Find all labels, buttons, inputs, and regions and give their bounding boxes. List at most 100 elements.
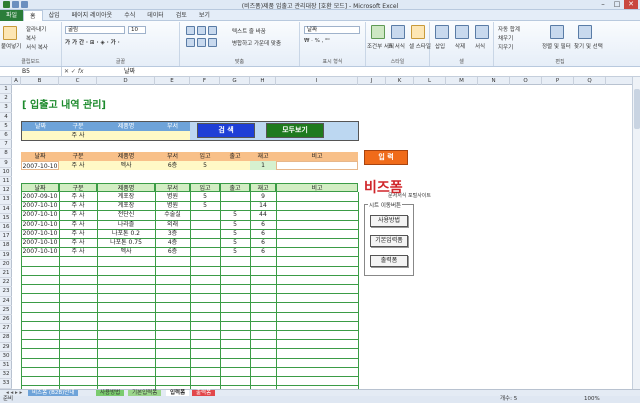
show-all-button[interactable]: 모두보기 bbox=[266, 123, 324, 138]
list-cell[interactable]: 외래 bbox=[155, 220, 190, 229]
number-format-select[interactable]: 날짜 bbox=[304, 26, 360, 34]
list-cell[interactable]: 2007-10-10 bbox=[21, 210, 59, 219]
row-header[interactable]: 21 bbox=[0, 269, 12, 279]
row-header[interactable]: 24 bbox=[0, 297, 12, 306]
col-header[interactable]: H bbox=[250, 77, 276, 85]
search-type-input[interactable]: 주 사 bbox=[59, 131, 97, 140]
list-cell[interactable] bbox=[190, 247, 220, 256]
list-cell[interactable] bbox=[276, 220, 358, 229]
list-cell[interactable] bbox=[190, 238, 220, 247]
list-cell[interactable]: 수술실 bbox=[155, 210, 190, 219]
table-format-button[interactable]: 표 서식 bbox=[388, 42, 405, 50]
list-cell[interactable] bbox=[276, 210, 358, 219]
col-header[interactable]: L bbox=[414, 77, 446, 85]
align-top-icon[interactable] bbox=[186, 26, 195, 35]
col-header[interactable]: D bbox=[97, 77, 155, 85]
list-cell[interactable] bbox=[190, 210, 220, 219]
tab-data[interactable]: 데이터 bbox=[141, 10, 170, 21]
col-header[interactable]: E bbox=[155, 77, 190, 85]
list-cell[interactable]: 2007-09-10 bbox=[21, 192, 59, 201]
list-cell[interactable]: 2007-10-10 bbox=[21, 238, 59, 247]
list-cell[interactable]: 5 bbox=[190, 201, 220, 210]
search-dept-input[interactable] bbox=[155, 131, 190, 140]
row-header[interactable]: 6 bbox=[0, 131, 12, 141]
input-note-cell[interactable] bbox=[276, 161, 358, 170]
row-header[interactable]: 20 bbox=[0, 260, 12, 269]
search-button[interactable]: 검 색 bbox=[197, 123, 255, 138]
list-cell[interactable]: 6 bbox=[250, 238, 276, 247]
list-cell[interactable] bbox=[276, 201, 358, 210]
row-header[interactable]: 11 bbox=[0, 177, 12, 187]
align-middle-icon[interactable] bbox=[197, 26, 206, 35]
insert-button[interactable]: 삽입 bbox=[435, 42, 445, 50]
input-in-cell[interactable]: 5 bbox=[190, 161, 220, 170]
list-cell[interactable] bbox=[220, 192, 250, 201]
delete-button[interactable]: 삭제 bbox=[455, 42, 465, 50]
insert-icon[interactable] bbox=[435, 25, 449, 39]
row-header[interactable]: 10 bbox=[0, 168, 12, 177]
list-cell[interactable]: 6 bbox=[250, 220, 276, 229]
sort-filter-icon[interactable] bbox=[550, 25, 564, 39]
col-header[interactable]: K bbox=[386, 77, 414, 85]
row-header[interactable]: 14 bbox=[0, 205, 12, 214]
format-button[interactable]: 서식 bbox=[475, 42, 485, 50]
col-header[interactable]: Q bbox=[574, 77, 606, 85]
list-cell[interactable]: 나포톤 0.2 bbox=[97, 229, 155, 238]
row-header[interactable]: 31 bbox=[0, 361, 12, 371]
list-cell[interactable]: 14 bbox=[250, 201, 276, 210]
list-cell[interactable]: 병원 bbox=[155, 192, 190, 201]
row-header[interactable]: 18 bbox=[0, 241, 12, 251]
row-header[interactable]: 5 bbox=[0, 122, 12, 131]
row-header[interactable]: 1 bbox=[0, 85, 12, 95]
align-right-icon[interactable] bbox=[208, 38, 217, 47]
list-cell[interactable]: 4층 bbox=[155, 238, 190, 247]
list-cell[interactable]: 주 사 bbox=[59, 229, 97, 238]
list-cell[interactable] bbox=[276, 192, 358, 201]
conditional-format-icon[interactable] bbox=[371, 25, 385, 39]
list-cell[interactable]: 3층 bbox=[155, 229, 190, 238]
sort-filter-button[interactable]: 정렬 및 필터 bbox=[542, 42, 571, 50]
row-header[interactable]: 22 bbox=[0, 278, 12, 288]
list-cell[interactable]: 2007-10-10 bbox=[21, 201, 59, 210]
list-cell[interactable]: 6층 bbox=[155, 247, 190, 256]
list-cell[interactable] bbox=[276, 238, 358, 247]
clear-button[interactable]: 지우기 bbox=[498, 43, 513, 51]
fill-button[interactable]: 채우기 bbox=[498, 34, 513, 42]
col-header[interactable]: G bbox=[220, 77, 250, 85]
search-product-input[interactable] bbox=[97, 131, 155, 140]
row-header[interactable]: 3 bbox=[0, 103, 12, 113]
bold-button[interactable]: 가 가 간 · ⊞ · ◈ · 가 · bbox=[65, 38, 120, 46]
list-cell[interactable]: 주 사 bbox=[59, 247, 97, 256]
delete-icon[interactable] bbox=[455, 25, 469, 39]
col-header[interactable]: J bbox=[358, 77, 386, 85]
input-type-cell[interactable]: 주 사 bbox=[59, 161, 97, 170]
format-icon[interactable] bbox=[475, 25, 489, 39]
list-cell[interactable]: 계포장 bbox=[97, 192, 155, 201]
col-header[interactable]: A bbox=[12, 77, 21, 85]
select-all-corner[interactable] bbox=[0, 77, 12, 85]
list-cell[interactable] bbox=[190, 229, 220, 238]
basic-input-button[interactable]: 기본입력폼 bbox=[370, 235, 408, 247]
list-cell[interactable]: 주 사 bbox=[59, 220, 97, 229]
font-name-select[interactable]: 굴림 bbox=[65, 26, 125, 34]
maximize-button[interactable]: □ bbox=[610, 0, 624, 9]
col-header[interactable]: B bbox=[21, 77, 59, 85]
tab-formulas[interactable]: 수식 bbox=[118, 10, 141, 21]
row-header[interactable]: 2 bbox=[0, 94, 12, 104]
list-cell[interactable]: 주 사 bbox=[59, 192, 97, 201]
list-cell[interactable]: 2007-10-10 bbox=[21, 220, 59, 229]
col-header[interactable]: F bbox=[190, 77, 220, 85]
wrap-text-button[interactable]: 텍스트 줄 바꿈 bbox=[232, 27, 266, 35]
name-box[interactable]: B5 bbox=[0, 67, 62, 77]
list-cell[interactable]: 주 사 bbox=[59, 238, 97, 247]
find-select-button[interactable]: 찾기 및 선택 bbox=[574, 42, 603, 50]
row-header[interactable]: 13 bbox=[0, 195, 12, 205]
row-header[interactable]: 29 bbox=[0, 343, 12, 352]
list-cell[interactable]: 나라졸 bbox=[97, 220, 155, 229]
col-header[interactable]: N bbox=[478, 77, 510, 85]
cell-styles-button[interactable]: 셀 스타일 bbox=[409, 42, 431, 50]
scroll-thumb[interactable] bbox=[634, 89, 640, 129]
row-header[interactable]: 27 bbox=[0, 324, 12, 334]
input-out-cell[interactable] bbox=[220, 161, 250, 170]
col-header[interactable]: M bbox=[446, 77, 478, 85]
